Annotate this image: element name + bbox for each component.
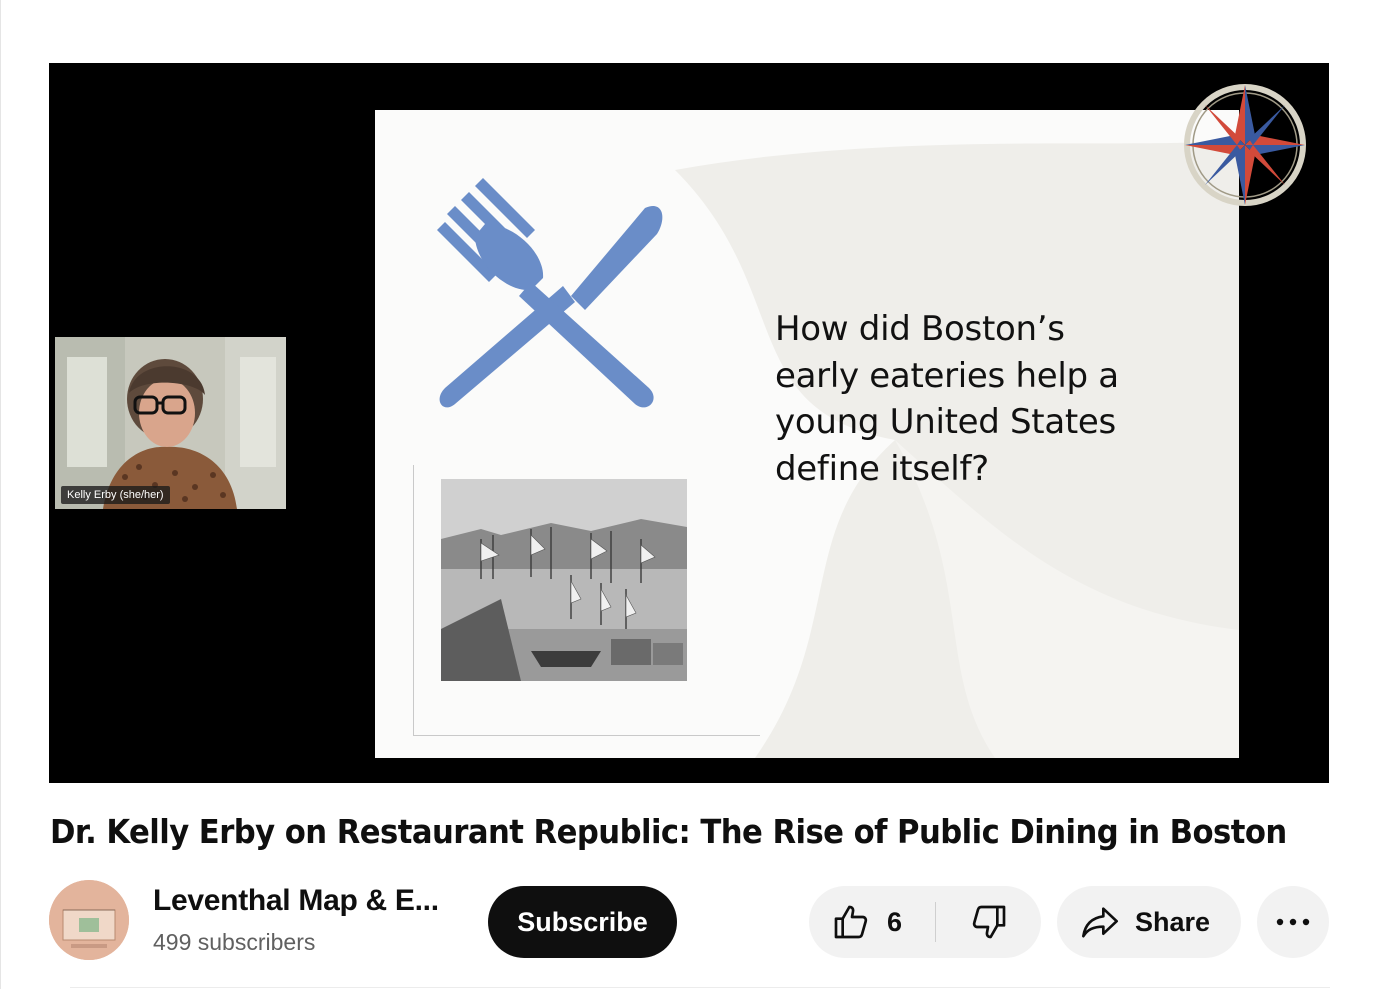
more-horizontal-icon — [1276, 918, 1310, 926]
subscribe-button[interactable]: Subscribe — [488, 886, 677, 958]
video-title: Dr. Kelly Erby on Restaurant Republic: T… — [50, 812, 1287, 851]
library-logo-image — [49, 880, 129, 960]
channel-avatar[interactable] — [49, 880, 129, 960]
share-button[interactable]: Share — [1057, 886, 1241, 958]
thumbs-up-icon — [834, 905, 868, 939]
section-divider — [70, 987, 1330, 988]
like-button[interactable]: 6 — [809, 886, 936, 958]
fork-knife-icon — [437, 178, 663, 408]
speaker-webcam: Kelly Erby (she/her) — [55, 337, 286, 509]
more-actions-button[interactable] — [1257, 886, 1329, 958]
like-dislike-group: 6 — [809, 886, 1041, 958]
share-arrow-icon — [1082, 907, 1118, 938]
watch-page: How did Boston’s early eateries help a y… — [0, 0, 1376, 989]
slide-question-text: How did Boston’s early eateries help a y… — [775, 309, 1119, 489]
page-edge — [0, 0, 1, 989]
channel-name[interactable]: Leventhal Map & E... — [153, 884, 439, 918]
harbor-engraving-image — [441, 479, 687, 681]
like-count: 6 — [887, 906, 903, 937]
thumbs-down-icon — [972, 905, 1005, 939]
speaker-video-frame — [55, 337, 286, 509]
compass-rose-icon — [1184, 84, 1306, 206]
dislike-button[interactable] — [936, 886, 1041, 958]
subscriber-count: 499 subscribers — [153, 929, 316, 955]
share-label: Share — [1135, 906, 1211, 937]
video-player[interactable]: How did Boston’s early eateries help a y… — [49, 63, 1329, 783]
participant-name-label: Kelly Erby (she/her) — [61, 486, 170, 504]
presentation-slide: How did Boston’s early eateries help a y… — [375, 110, 1239, 758]
